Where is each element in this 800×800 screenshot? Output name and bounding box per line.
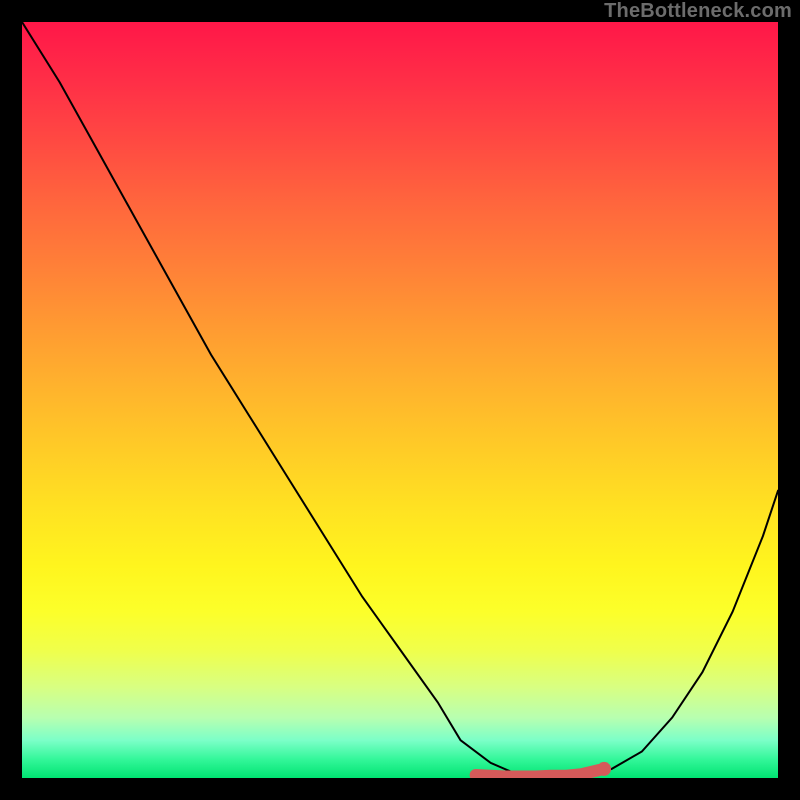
curve-layer bbox=[22, 22, 778, 778]
plot-area bbox=[22, 22, 778, 778]
chart-frame: TheBottleneck.com bbox=[0, 0, 800, 800]
optimal-range-end-dot bbox=[597, 762, 611, 776]
watermark-text: TheBottleneck.com bbox=[604, 0, 792, 23]
bottleneck-curve bbox=[22, 22, 778, 776]
optimal-range-stroke bbox=[476, 769, 604, 777]
